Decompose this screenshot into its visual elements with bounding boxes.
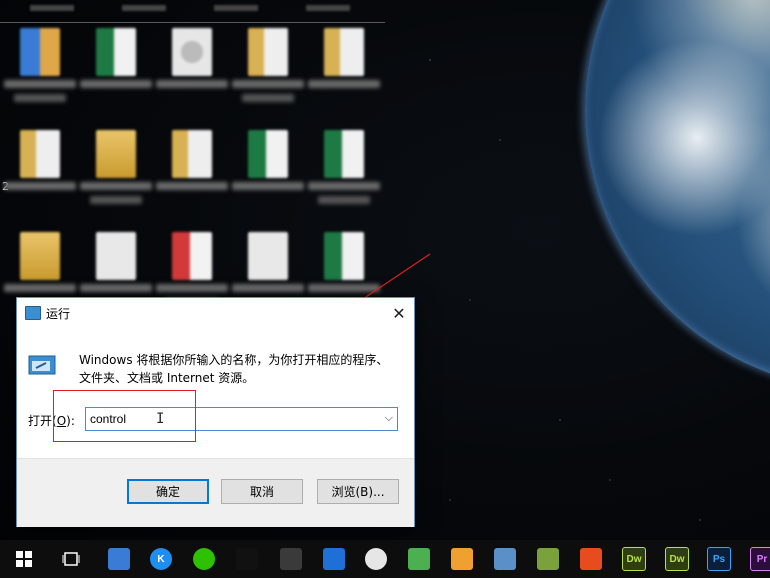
- folder-file-icon: [20, 232, 60, 280]
- desktop-icon[interactable]: [152, 130, 232, 230]
- task-view-icon: [60, 548, 82, 570]
- taskbar-item[interactable]: Dw: [663, 545, 691, 573]
- taskbar-item[interactable]: [448, 545, 476, 573]
- dialog-titlebar[interactable]: 运行 ✕: [17, 298, 414, 328]
- gear-file-icon: [172, 28, 212, 76]
- taskbar-item[interactable]: [233, 545, 261, 573]
- desktop-icon[interactable]: [76, 130, 156, 230]
- dialog-title: 运行: [46, 307, 71, 321]
- qq-icon: [236, 548, 258, 570]
- taskbar-item[interactable]: [277, 545, 305, 573]
- chevron-down-icon[interactable]: ⌵: [385, 411, 393, 425]
- icon-label-blurred: [242, 94, 294, 102]
- kugou-icon: K: [150, 548, 172, 570]
- browse-button[interactable]: 浏览(B)...: [317, 479, 399, 504]
- taskbar-item[interactable]: Dw: [620, 545, 648, 573]
- taskbar-item[interactable]: [190, 545, 218, 573]
- icon-label-blurred: [80, 182, 152, 190]
- taskbar-item[interactable]: Ps: [705, 545, 733, 573]
- annotation-highlight-box: [53, 390, 196, 442]
- folder-doc-file-icon: [248, 28, 288, 76]
- icon-label-blurred: [156, 80, 228, 88]
- taskbar-item[interactable]: [57, 545, 85, 573]
- cancel-button[interactable]: 取消: [221, 479, 303, 504]
- icon-label-blurred: [232, 80, 304, 88]
- dreamweaver-2-icon: Dw: [665, 547, 689, 571]
- dreamweaver-icon: Dw: [622, 547, 646, 571]
- desktop-icon[interactable]: [228, 28, 308, 128]
- premiere-icon: Pr: [750, 547, 770, 571]
- taskbar-item[interactable]: [320, 545, 348, 573]
- run-app-icon: [25, 306, 41, 320]
- icon-label-blurred: [80, 284, 152, 292]
- icon-label-blurred: [308, 182, 380, 190]
- taskbar: K Dw Dw Ps Pr: [0, 540, 770, 578]
- taskbar-item[interactable]: Pr: [748, 545, 770, 573]
- media-player-icon: [280, 548, 302, 570]
- computer-icon: [108, 548, 130, 570]
- photoshop-icon: Ps: [707, 547, 731, 571]
- icon-label-blurred: [14, 94, 66, 102]
- icon-label-blurred: [318, 196, 370, 204]
- taskbar-item[interactable]: K: [147, 545, 175, 573]
- desktop-icon[interactable]: [304, 28, 384, 128]
- icon-label-blurred: [4, 284, 76, 292]
- icon-label-blurred: [90, 196, 142, 204]
- icon-label-blurred: [156, 284, 228, 292]
- icon-label-blurred: [4, 80, 76, 88]
- close-icon: ✕: [392, 303, 406, 323]
- pdf-file-icon: [172, 232, 212, 280]
- folder-doc-file-icon: [172, 130, 212, 178]
- office-icon: [580, 548, 602, 570]
- taskbar-item[interactable]: [577, 545, 605, 573]
- network-icon: [494, 548, 516, 570]
- excel-file-icon: [324, 130, 364, 178]
- excel-file-icon: [248, 130, 288, 178]
- file-file-icon: [96, 232, 136, 280]
- taskbar-item[interactable]: [534, 545, 562, 573]
- desktop-icon[interactable]: [228, 130, 308, 230]
- folder-file-icon: [96, 130, 136, 178]
- partial-icon-row: [0, 0, 385, 23]
- icon-label-blurred: [156, 182, 228, 190]
- excel-file-icon: [96, 28, 136, 76]
- icon-label-blurred: [4, 182, 76, 190]
- icon-label-blurred: [80, 80, 152, 88]
- icon-label-blurred: [308, 80, 380, 88]
- icon-label-blurred: [308, 284, 380, 292]
- taskbar-item[interactable]: [105, 545, 133, 573]
- frame-app-icon: [451, 548, 473, 570]
- run-program-icon: [28, 355, 56, 375]
- back-arrow-app-icon: [323, 548, 345, 570]
- desktop-icon[interactable]: [0, 28, 80, 128]
- taskbar-item[interactable]: [10, 545, 38, 573]
- icon-label-blurred: [232, 284, 304, 292]
- file-file-icon: [248, 232, 288, 280]
- desktop-icon[interactable]: [76, 28, 156, 128]
- chat-bubble-icon: [365, 548, 387, 570]
- desktop-icon[interactable]: [304, 130, 384, 230]
- taskbar-item[interactable]: [491, 545, 519, 573]
- icon-label-blurred: [232, 182, 304, 190]
- dialog-footer: 确定 取消 浏览(B)...: [17, 458, 414, 527]
- dialog-description: Windows 将根据你所输入的名称，为你打开相应的程序、文件夹、文档或 Int…: [79, 353, 389, 385]
- notes-app-icon: [408, 548, 430, 570]
- desktop-icon[interactable]: [152, 28, 232, 128]
- taskbar-item[interactable]: [362, 545, 390, 573]
- excel-file-icon: [324, 232, 364, 280]
- tools-icon: [537, 548, 559, 570]
- close-button[interactable]: ✕: [384, 298, 414, 328]
- taskbar-item[interactable]: [405, 545, 433, 573]
- rar-file-icon: [20, 28, 60, 76]
- folder-doc-file-icon: [324, 28, 364, 76]
- start-icon: [13, 548, 35, 570]
- folder-doc-file-icon: [20, 130, 60, 178]
- ok-button[interactable]: 确定: [127, 479, 209, 504]
- wechat-icon: [193, 548, 215, 570]
- desktop-icon[interactable]: [0, 130, 80, 230]
